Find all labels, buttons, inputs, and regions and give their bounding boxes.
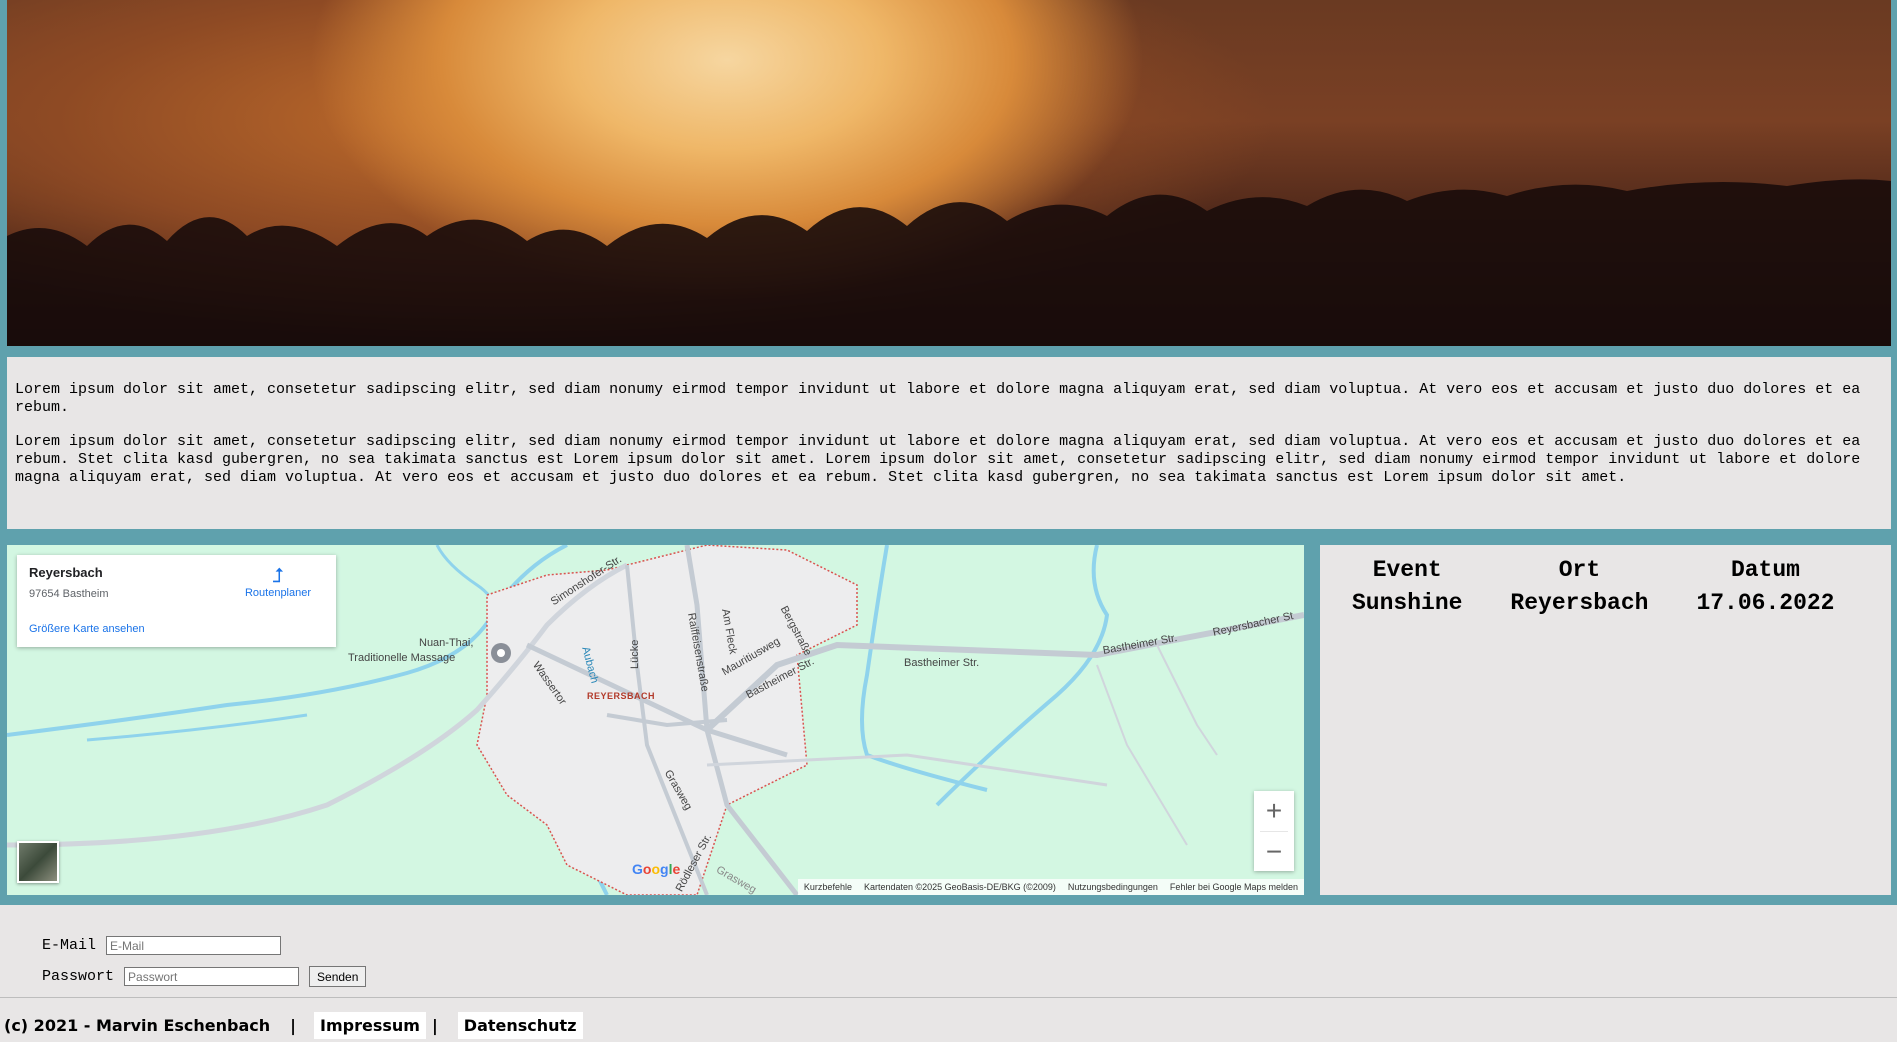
town-label: REYERSBACH	[587, 691, 656, 701]
map-place-card: Reyersbach 97654 Bastheim Größere Karte …	[17, 555, 336, 647]
street-label: Lücke	[629, 639, 641, 669]
event-table-header-row: Event Ort Datum	[1334, 553, 1852, 586]
password-row: Passwort Senden	[42, 961, 367, 992]
event-name: Sunshine	[1352, 589, 1463, 616]
report-error-link[interactable]: Fehler bei Google Maps melden	[1170, 882, 1298, 892]
google-logo: Google	[632, 861, 681, 877]
terms-link[interactable]: Nutzungsbedingungen	[1068, 882, 1158, 892]
event-table: Event Ort Datum Sunshine Reyersbach 17.0…	[1334, 553, 1852, 619]
crowd-silhouette	[7, 179, 1891, 346]
email-row: E-Mail	[42, 930, 366, 961]
street-label: Bastheimer Str.	[904, 657, 980, 669]
datenschutz-link[interactable]: Datenschutz	[457, 1012, 583, 1039]
password-label: Passwort	[42, 968, 115, 985]
event-info-box: Event Ort Datum Sunshine Reyersbach 17.0…	[1320, 545, 1891, 895]
password-field[interactable]	[124, 967, 300, 986]
place-title: Reyersbach	[29, 565, 103, 580]
impressum-link[interactable]: Impressum	[314, 1012, 426, 1039]
zoom-out-button[interactable]: −	[1254, 832, 1294, 872]
header-date: Datum	[1730, 556, 1800, 583]
submit-button[interactable]: Senden	[309, 966, 367, 987]
event-location: Reyersbach	[1510, 589, 1649, 616]
larger-map-link[interactable]: Größere Karte ansehen	[29, 623, 145, 635]
header-location: Ort	[1558, 556, 1601, 583]
event-table-row: Sunshine Reyersbach 17.06.2022	[1334, 586, 1852, 619]
shortcuts-link[interactable]: Kurzbefehle	[804, 882, 852, 892]
page-footer: (c) 2021 - Marvin Eschenbach | Impressum…	[4, 1012, 583, 1039]
event-date: 17.06.2022	[1696, 589, 1835, 616]
map-footer: Kurzbefehle Kartendaten ©2025 GeoBasis-D…	[797, 879, 1304, 895]
copyright-text: (c) 2021 - Marvin Eschenbach	[4, 1016, 271, 1035]
embedded-map[interactable]: Nuan-Thai, Traditionelle Massage REYERSB…	[7, 545, 1304, 895]
intro-paragraph-2: Lorem ipsum dolor sit amet, consetetur s…	[15, 433, 1861, 486]
email-field[interactable]	[106, 936, 282, 955]
header-event: Event	[1372, 556, 1442, 583]
login-form: E-Mail Passwort Senden	[42, 930, 367, 992]
directions-icon: ⮥	[272, 565, 284, 587]
satellite-toggle[interactable]	[17, 841, 59, 883]
map-data-attribution: Kartendaten ©2025 GeoBasis-DE/BKG (©2009…	[863, 882, 1056, 892]
poi-label: Traditionelle Massage	[348, 652, 456, 664]
intro-paragraph-1: Lorem ipsum dolor sit amet, consetetur s…	[15, 381, 1861, 416]
footer-divider	[0, 997, 1897, 998]
directions-button[interactable]: ⮥ Routenplaner	[238, 565, 318, 599]
zoom-in-button[interactable]: +	[1254, 791, 1294, 831]
footer-separator: |	[431, 1016, 438, 1035]
footer-separator: |	[290, 1016, 297, 1035]
place-address: 97654 Bastheim	[29, 588, 109, 600]
hero-concert-image	[7, 0, 1891, 346]
email-label: E-Mail	[42, 937, 97, 954]
directions-label: Routenplaner	[244, 587, 312, 599]
intro-text-box: Lorem ipsum dolor sit amet, consetetur s…	[7, 357, 1891, 529]
poi-label: Nuan-Thai,	[419, 637, 474, 649]
zoom-controls: + −	[1254, 791, 1294, 871]
